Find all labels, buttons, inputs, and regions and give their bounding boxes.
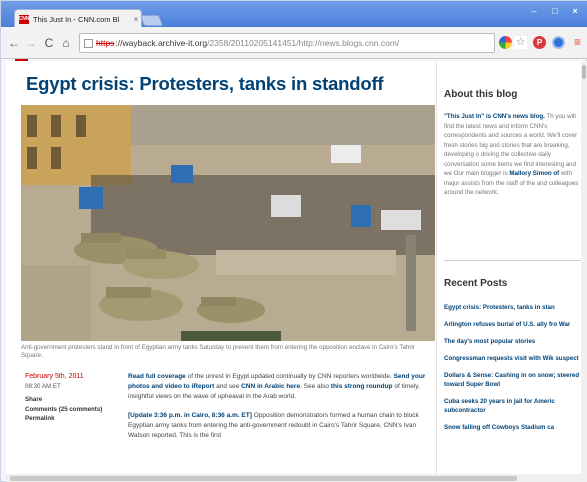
post-date: February 5th, 2011 [25, 373, 84, 380]
recent-posts-heading: Recent Posts [444, 278, 508, 289]
cnn-favicon-icon: CNN [18, 14, 30, 24]
share-link[interactable]: Share [25, 395, 115, 405]
about-body-1: Th you will find the latest news and inf… [444, 113, 578, 177]
sidebar: About this blog "This Just In" is CNN's … [444, 61, 581, 482]
url-protocol: https [96, 38, 115, 48]
recent-post-link[interactable]: Snow falling off Cowboys Stadium ca [444, 423, 581, 432]
recent-post-link[interactable]: Arlington refuses burial of U.S. ally fr… [444, 320, 581, 329]
recent-posts-list: Egypt crisis: Protesters, tanks in stan … [444, 303, 581, 440]
browser-toolbar: ← → C ⌂ https ://wayback.archive-it.org … [1, 27, 587, 59]
article-paragraph-2: [Update 3:36 p.m. in Cairo, 8:36 a.m. ET… [128, 411, 430, 441]
about-heading: About this blog [444, 89, 518, 100]
article-headline[interactable]: Egypt crisis: Protesters, tanks in stand… [26, 73, 431, 95]
horizontal-scroll-thumb[interactable] [10, 476, 517, 481]
forward-arrow-icon[interactable]: → [24, 36, 38, 50]
vertical-scroll-thumb[interactable] [582, 65, 586, 79]
about-blog-name: "This Just In" is CNN's news blog. [444, 113, 545, 120]
recent-post-link[interactable]: Cuba seeks 20 years in jail for Americ s… [444, 397, 581, 415]
update-timestamp: [Update 3:36 p.m. in Cairo, 8:36 a.m. ET… [128, 412, 252, 419]
chrome-extension-icon[interactable] [499, 36, 512, 49]
post-actions: Share Comments (25 comments) Permalink [25, 395, 115, 424]
para1-text-a: of the unrest in Egypt updated continual… [185, 373, 394, 380]
new-tab-button[interactable] [139, 15, 164, 26]
post-meta: February 5th, 2011 08:30 AM ET Share Com… [25, 372, 115, 424]
recent-post-link[interactable]: Egypt crisis: Protesters, tanks in stan [444, 303, 581, 312]
article-paragraph-1: Read full coverage of the unrest in Egyp… [128, 372, 430, 402]
para1-text-c: . See also [300, 383, 331, 390]
minimize-button[interactable]: – [526, 5, 542, 17]
article-column: Egypt crisis: Protesters, tanks in stand… [12, 61, 437, 482]
url-host: ://wayback.archive-it.org [115, 38, 208, 48]
home-icon[interactable]: ⌂ [59, 36, 73, 50]
pinterest-icon[interactable]: P [533, 36, 546, 49]
permalink-link[interactable]: Permalink [25, 414, 115, 424]
comments-link[interactable]: Comments (25 comments) [25, 405, 115, 415]
sidebar-divider [444, 260, 581, 261]
roundup-link[interactable]: this strong roundup [331, 383, 393, 390]
photo-caption: Anti-government protesters stand in fron… [21, 344, 415, 359]
post-time: 08:30 AM ET [25, 382, 61, 390]
tahrir-square-photo [21, 105, 435, 341]
para1-text-b: and see [214, 383, 242, 390]
extension-circle-icon[interactable] [552, 36, 565, 49]
recent-post-link[interactable]: Congressman requests visit with Wik susp… [444, 354, 581, 363]
back-arrow-icon[interactable]: ← [7, 36, 21, 50]
reload-icon[interactable]: C [42, 36, 56, 50]
title-bar: CNN This Just In - CNN.com Bl × – □ × [1, 1, 587, 28]
maximize-button[interactable]: □ [547, 5, 563, 17]
tab-title: This Just In - CNN.com Bl [33, 14, 120, 24]
window-close-button[interactable]: × [567, 5, 583, 17]
article-body: Read full coverage of the unrest in Egyp… [128, 372, 430, 450]
article-photo [21, 105, 435, 341]
https-warning-icon [84, 38, 93, 48]
menu-icon[interactable]: ≡ [571, 36, 584, 49]
address-bar[interactable]: https ://wayback.archive-it.org /2358/20… [79, 33, 495, 53]
vertical-scrollbar[interactable] [581, 61, 587, 482]
blogger-link[interactable]: Mallory Simon of [509, 170, 559, 177]
recent-post-link[interactable]: The day's most popular stories [444, 337, 581, 346]
cnn-arabic-link[interactable]: CNN in Arabic here [241, 383, 300, 390]
url-path: /2358/20110205141451/http://news.blogs.c… [207, 38, 400, 48]
about-text: "This Just In" is CNN's news blog. Th yo… [444, 112, 581, 198]
web-page: Egypt crisis: Protesters, tanks in stand… [6, 61, 581, 482]
full-coverage-link[interactable]: Read full coverage [128, 373, 186, 380]
recent-post-link[interactable]: Dollars & Sense: Cashing in on snow; ste… [444, 371, 581, 389]
bookmark-star-icon[interactable]: ☆ [514, 36, 527, 49]
browser-tab[interactable]: CNN This Just In - CNN.com Bl × [14, 9, 142, 28]
horizontal-scrollbar[interactable] [6, 474, 581, 482]
